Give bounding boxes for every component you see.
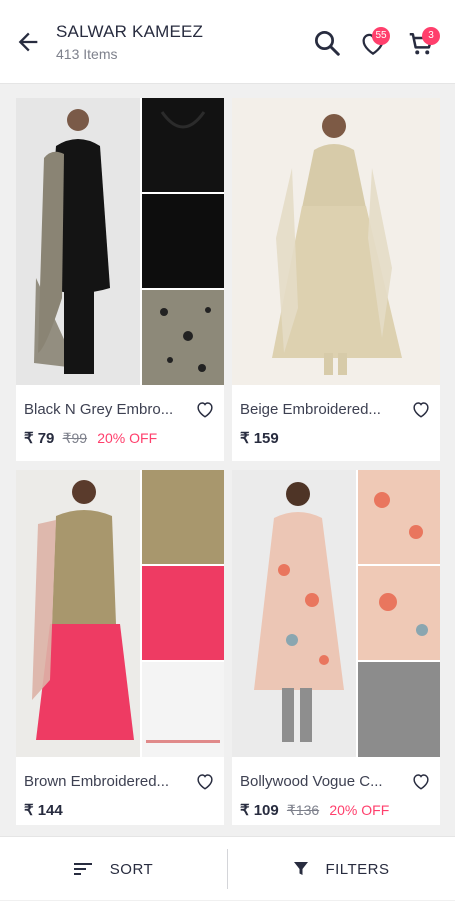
wishlist-heart-icon[interactable]: [410, 398, 432, 420]
price-row: ₹ 109 ₹136 20% OFF: [240, 801, 389, 819]
product-image[interactable]: [16, 470, 224, 757]
product-card[interactable]: Black N Grey Embro... ₹ 79 ₹99 20% OFF: [16, 98, 224, 461]
top-app-bar: SALWAR KAMEEZ 413 Items 55 3: [0, 0, 455, 84]
product-name: Bollywood Vogue C...: [240, 773, 383, 790]
filters-label: FILTERS: [325, 860, 390, 878]
original-price: ₹136: [286, 802, 320, 818]
selling-price: ₹ 144: [24, 802, 63, 819]
selling-price: ₹ 109: [240, 802, 279, 819]
selling-price: ₹ 79: [24, 430, 55, 447]
product-image[interactable]: [232, 98, 440, 385]
original-price: ₹99: [62, 430, 88, 446]
selling-price: ₹ 159: [240, 430, 279, 447]
price-row: ₹ 159: [240, 429, 279, 447]
wishlist-heart-icon[interactable]: [410, 770, 432, 792]
product-name: Brown Embroidered...: [24, 773, 170, 790]
price-row: ₹ 144: [24, 801, 63, 819]
product-card[interactable]: Brown Embroidered... ₹ 144: [16, 470, 224, 825]
filters-button[interactable]: FILTERS: [228, 837, 455, 901]
page-title: SALWAR KAMEEZ: [56, 22, 204, 41]
discount-label: 20% OFF: [97, 430, 158, 446]
sort-button[interactable]: SORT: [0, 837, 227, 901]
discount-label: 20% OFF: [329, 802, 390, 818]
back-arrow-icon[interactable]: [14, 28, 42, 56]
cart-count-badge: 3: [422, 27, 440, 45]
product-card[interactable]: Bollywood Vogue C... ₹ 109 ₹136 20% OFF: [232, 470, 440, 825]
wishlist-heart-icon[interactable]: [194, 398, 216, 420]
sort-icon: [73, 863, 92, 875]
wishlist-heart-icon[interactable]: [194, 770, 216, 792]
product-card[interactable]: Beige Embroidered... ₹ 159: [232, 98, 440, 461]
product-name: Black N Grey Embro...: [24, 401, 174, 418]
product-image[interactable]: [232, 470, 440, 757]
sort-filter-bar: SORT FILTERS: [0, 836, 455, 900]
filter-funnel-icon: [294, 862, 309, 875]
wishlist-count-badge: 55: [372, 27, 390, 45]
price-row: ₹ 79 ₹99 20% OFF: [24, 429, 157, 447]
item-count: 413 Items: [56, 46, 118, 62]
sort-label: SORT: [109, 860, 154, 878]
product-image[interactable]: [16, 98, 224, 385]
product-name: Beige Embroidered...: [240, 401, 381, 418]
search-icon[interactable]: [312, 28, 342, 58]
